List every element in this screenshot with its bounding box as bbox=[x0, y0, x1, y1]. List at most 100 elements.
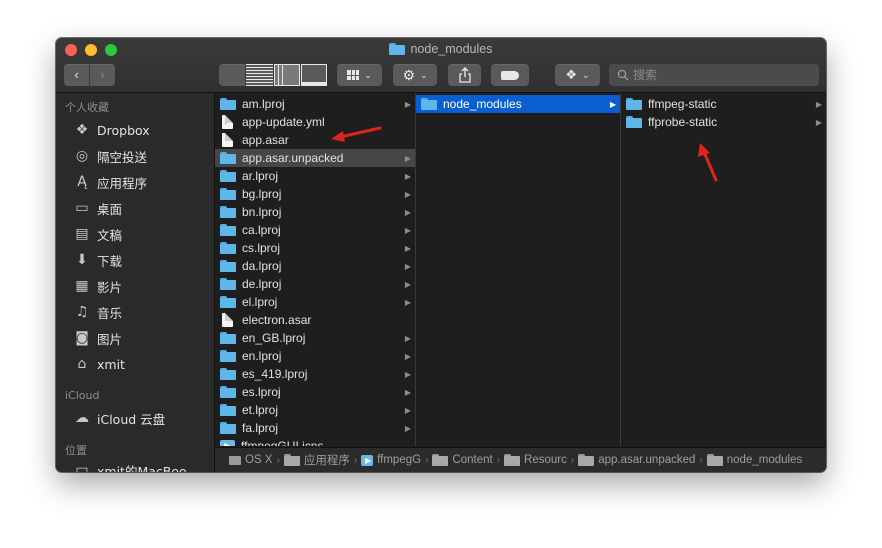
path-segment[interactable]: node_modules bbox=[706, 454, 802, 466]
dropbox-button[interactable]: ❖ ⌄ bbox=[555, 64, 600, 86]
disclosure-arrow-icon: ▶ bbox=[404, 387, 412, 397]
column-view-button[interactable] bbox=[272, 64, 300, 86]
folder-icon bbox=[626, 116, 642, 128]
list-view-icon bbox=[246, 64, 273, 86]
disclosure-arrow-icon: ▶ bbox=[404, 405, 412, 415]
folder-row[interactable]: cs.lproj ▶ bbox=[215, 239, 415, 257]
path-segment[interactable]: 应用程序 bbox=[283, 452, 350, 468]
path-segment-label: Content bbox=[452, 454, 493, 466]
folder-row[interactable]: app.asar.unpacked ▶ bbox=[215, 149, 415, 167]
group-icon bbox=[347, 70, 360, 80]
path-segment[interactable]: ffmpegG bbox=[361, 454, 421, 466]
share-icon bbox=[458, 67, 471, 83]
folder-icon bbox=[220, 422, 236, 434]
folder-row[interactable]: et.lproj ▶ bbox=[215, 401, 415, 419]
path-separator-icon: › bbox=[496, 454, 501, 466]
dropbox-icon: ❖ bbox=[75, 122, 89, 138]
window-title-text: node_modules bbox=[410, 42, 493, 56]
tag-button[interactable] bbox=[491, 64, 529, 86]
path-segment[interactable]: app.asar.unpacked bbox=[578, 454, 695, 466]
item-name: fa.lproj bbox=[242, 421, 279, 435]
path-segment-label: ffmpegG bbox=[377, 454, 422, 466]
disclosure-arrow-icon: ▶ bbox=[404, 333, 412, 343]
sidebar-item-movies[interactable]: ▦ 影片 bbox=[73, 276, 122, 296]
path-segment[interactable]: Resourc bbox=[504, 454, 567, 466]
folder-icon bbox=[220, 404, 236, 416]
folder-row[interactable]: ffprobe-static ▶ bbox=[621, 113, 826, 131]
documents-icon: ▤ bbox=[75, 226, 89, 242]
sidebar-item-music[interactable]: ♫ 音乐 bbox=[73, 302, 122, 322]
gallery-view-icon bbox=[300, 64, 327, 86]
file-row[interactable]: ffmpegGUI.icns bbox=[215, 437, 415, 446]
file-row[interactable]: app.asar bbox=[215, 131, 415, 149]
sidebar-item-cloud[interactable]: ☁ iCloud 云盘 bbox=[73, 408, 165, 428]
folder-icon bbox=[421, 98, 437, 110]
sidebar-item-downloads[interactable]: ⬇ 下载 bbox=[73, 250, 122, 270]
file-row[interactable]: app-update.yml bbox=[215, 113, 415, 131]
applications-icon: Ą bbox=[77, 174, 87, 190]
sidebar-item-label: 文稿 bbox=[97, 227, 123, 243]
folder-row[interactable]: ffmpeg-static ▶ bbox=[621, 95, 826, 113]
path-segment-label: app.asar.unpacked bbox=[598, 454, 696, 466]
column-app-asar-unpacked: node_modules ▶ bbox=[416, 93, 621, 446]
file-row[interactable]: electron.asar bbox=[215, 311, 415, 329]
folder-row[interactable]: el.lproj ▶ bbox=[215, 293, 415, 311]
item-name: electron.asar bbox=[242, 313, 312, 327]
item-name: da.lproj bbox=[242, 259, 282, 273]
folder-row[interactable]: en.lproj ▶ bbox=[215, 347, 415, 365]
path-segment[interactable]: OS X bbox=[229, 454, 272, 466]
folder-row[interactable]: bg.lproj ▶ bbox=[215, 185, 415, 203]
item-name: es.lproj bbox=[242, 385, 281, 399]
folder-row[interactable]: es.lproj ▶ bbox=[215, 383, 415, 401]
path-separator-icon: › bbox=[425, 454, 429, 466]
folder-icon bbox=[706, 454, 723, 466]
folder-icon bbox=[220, 242, 236, 254]
action-button[interactable]: ⚙ ⌄ bbox=[393, 64, 437, 86]
sidebar-item-dropbox[interactable]: ❖ Dropbox bbox=[73, 120, 150, 140]
folder-icon bbox=[220, 224, 236, 236]
sidebar-item-airdrop[interactable]: ◎ 隔空投送 bbox=[73, 146, 147, 166]
share-button[interactable] bbox=[448, 64, 481, 86]
sidebar-item-desktop[interactable]: ▭ 桌面 bbox=[73, 198, 122, 218]
back-button[interactable]: ‹ bbox=[64, 64, 89, 86]
chevron-down-icon: ⌄ bbox=[364, 69, 372, 80]
item-name: ca.lproj bbox=[242, 223, 281, 237]
forward-button[interactable]: › bbox=[89, 64, 115, 86]
icon-view-button[interactable] bbox=[219, 64, 245, 86]
disclosure-arrow-icon: ▶ bbox=[404, 369, 412, 379]
folder-icon bbox=[220, 152, 236, 164]
folder-row[interactable]: de.lproj ▶ bbox=[215, 275, 415, 293]
gallery-view-button[interactable] bbox=[299, 64, 327, 86]
folder-icon bbox=[626, 98, 642, 110]
sidebar-item-laptop[interactable]: ▭ xmit的MacBoo bbox=[73, 460, 186, 472]
search-input[interactable] bbox=[633, 68, 803, 82]
sidebar-item-documents[interactable]: ▤ 文稿 bbox=[73, 224, 122, 244]
search-field[interactable] bbox=[609, 64, 819, 86]
pictures-icon: ◙ bbox=[75, 330, 89, 346]
sidebar-item-applications[interactable]: Ą 应用程序 bbox=[73, 172, 147, 192]
folder-row[interactable]: fa.lproj ▶ bbox=[215, 419, 415, 437]
item-name: app-update.yml bbox=[242, 115, 325, 129]
folder-row[interactable]: da.lproj ▶ bbox=[215, 257, 415, 275]
folder-row[interactable]: ca.lproj ▶ bbox=[215, 221, 415, 239]
item-name: de.lproj bbox=[242, 277, 282, 291]
folder-icon bbox=[220, 350, 236, 362]
path-segment[interactable]: Content bbox=[432, 454, 493, 466]
sidebar-item-home[interactable]: ⌂ xmit bbox=[73, 354, 125, 374]
folder-row[interactable]: am.lproj ▶ bbox=[215, 95, 415, 113]
locations-header: 位置 bbox=[65, 444, 87, 457]
folder-row[interactable]: ar.lproj ▶ bbox=[215, 167, 415, 185]
item-name: ffmpeg-static bbox=[648, 97, 717, 111]
folder-row[interactable]: node_modules ▶ bbox=[416, 95, 620, 113]
folder-row[interactable]: en_GB.lproj ▶ bbox=[215, 329, 415, 347]
folder-row[interactable]: es_419.lproj ▶ bbox=[215, 365, 415, 383]
group-by-button[interactable]: ⌄ bbox=[337, 64, 382, 86]
list-view-button[interactable] bbox=[245, 64, 273, 86]
disclosure-arrow-icon: ▶ bbox=[404, 279, 412, 289]
titlebar: node_modules ‹ › ⌄ ⚙ ⌄ ❖ ⌄ 搜索 bbox=[56, 38, 826, 93]
disclosure-arrow-icon: ▶ bbox=[404, 297, 412, 307]
sidebar-item-pictures[interactable]: ◙ 图片 bbox=[73, 328, 122, 348]
item-name: bn.lproj bbox=[242, 205, 282, 219]
folder-row[interactable]: bn.lproj ▶ bbox=[215, 203, 415, 221]
item-name: ar.lproj bbox=[242, 169, 279, 183]
